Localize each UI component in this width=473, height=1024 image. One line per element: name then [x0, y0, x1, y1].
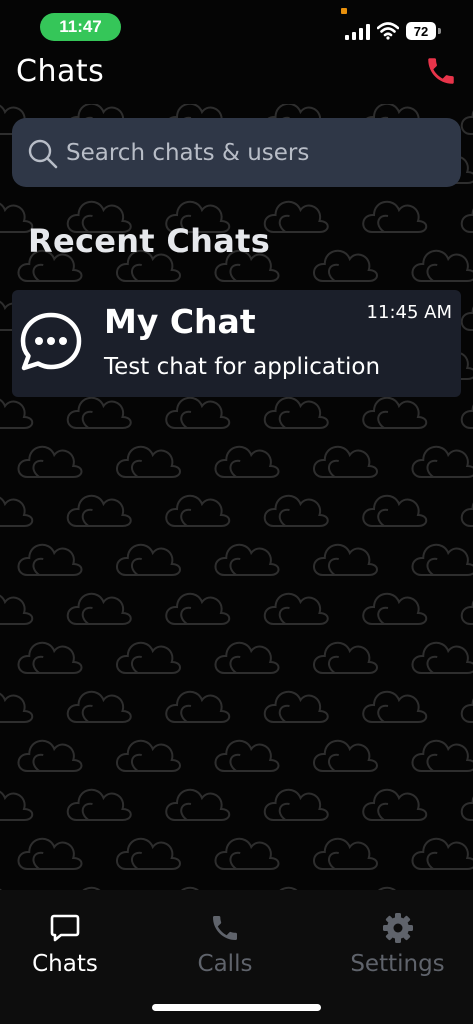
cloud-pattern-shape — [0, 692, 34, 723]
search-input[interactable] — [64, 130, 448, 176]
cloud-pattern-shape — [116, 641, 181, 674]
cloud-pattern-shape — [263, 494, 329, 527]
privacy-indicator — [341, 8, 347, 14]
chat-icon — [50, 914, 80, 942]
cloud-pattern-shape — [214, 543, 280, 576]
search-icon — [28, 139, 58, 169]
cloud-pattern-shape — [460, 600, 473, 625]
cloud-pattern-shape — [17, 445, 83, 478]
cloud-pattern-shape — [460, 502, 473, 527]
cloud-pattern-shape — [165, 690, 231, 723]
cloud-pattern-shape — [214, 739, 280, 772]
cloud-pattern-shape — [460, 698, 473, 723]
cloud-pattern-shape — [460, 306, 473, 331]
cloud-pattern-shape — [17, 739, 83, 772]
battery-icon: 72 — [406, 22, 442, 40]
tab-calls-label: Calls — [197, 951, 253, 977]
chat-list-item[interactable]: My Chat 11:45 AM Test chat for applicati… — [12, 290, 461, 397]
cloud-pattern-shape — [313, 445, 378, 478]
tab-calls[interactable]: Calls — [170, 890, 280, 990]
cloud-pattern-shape — [0, 790, 34, 821]
cloud-pattern-shape — [411, 739, 473, 772]
cloud-pattern-shape — [313, 641, 378, 674]
cloud-pattern-shape — [411, 543, 473, 576]
cloud-pattern-shape — [116, 543, 181, 576]
cloud-pattern-shape — [263, 788, 329, 821]
tab-settings-label: Settings — [350, 951, 445, 977]
cloud-pattern-shape — [116, 739, 181, 772]
chat-preview: Test chat for application — [104, 354, 381, 380]
cloud-pattern-shape — [313, 837, 378, 870]
cloud-pattern-shape — [66, 788, 132, 821]
bottom-tab-bar: Chats Calls Settings — [0, 890, 473, 1024]
cloud-pattern-shape — [66, 690, 132, 723]
cloud-pattern-shape — [362, 690, 428, 723]
cloud-pattern-shape — [411, 641, 473, 674]
cloud-pattern-shape — [460, 404, 473, 429]
signal-icon — [345, 24, 370, 40]
status-bar: 11:47 72 — [0, 0, 473, 52]
cloud-pattern-shape — [460, 110, 473, 135]
app-header: Chats — [0, 52, 473, 104]
cloud-pattern-shape — [17, 641, 83, 674]
cloud-pattern-shape — [66, 494, 132, 527]
cloud-pattern-shape — [411, 837, 473, 870]
gear-icon — [382, 913, 413, 943]
cloud-pattern-shape — [313, 249, 378, 282]
cloud-pattern-shape — [17, 543, 83, 576]
battery-level: 72 — [406, 22, 436, 40]
recent-chats-heading: Recent Chats — [28, 222, 271, 260]
cloud-pattern-shape — [165, 788, 231, 821]
tab-settings[interactable]: Settings — [335, 890, 460, 990]
phone-icon[interactable] — [424, 54, 458, 88]
chat-timestamp: 11:45 AM — [366, 302, 452, 323]
chat-bubble-icon — [20, 312, 82, 371]
cloud-pattern-shape — [313, 739, 378, 772]
cloud-pattern-shape — [263, 690, 329, 723]
cloud-pattern-shape — [0, 594, 34, 625]
cloud-pattern-shape — [263, 592, 329, 625]
cloud-pattern-shape — [116, 445, 181, 478]
cloud-pattern-shape — [460, 208, 473, 233]
cloud-pattern-shape — [362, 200, 428, 233]
cloud-pattern-shape — [116, 837, 181, 870]
chat-name: My Chat — [104, 302, 256, 341]
page-title: Chats — [16, 54, 105, 89]
cloud-pattern-shape — [66, 396, 132, 429]
cloud-pattern-shape — [214, 641, 280, 674]
cloud-pattern-shape — [460, 796, 473, 821]
cloud-pattern-shape — [165, 494, 231, 527]
cloud-pattern-shape — [214, 445, 280, 478]
cloud-pattern-shape — [165, 592, 231, 625]
cloud-pattern-shape — [362, 592, 428, 625]
cloud-pattern-shape — [17, 837, 83, 870]
wifi-icon — [377, 22, 399, 40]
cloud-pattern-shape — [411, 249, 473, 282]
cloud-pattern-shape — [165, 396, 231, 429]
phone-icon — [213, 916, 237, 940]
tab-chats[interactable]: Chats — [10, 890, 120, 990]
cloud-pattern-shape — [362, 396, 428, 429]
search-bar[interactable] — [12, 118, 461, 187]
cloud-pattern-shape — [313, 543, 378, 576]
cloud-pattern-shape — [362, 494, 428, 527]
cloud-pattern-shape — [0, 398, 34, 429]
cloud-pattern-shape — [214, 837, 280, 870]
cloud-pattern-shape — [0, 496, 34, 527]
cloud-pattern-shape — [263, 396, 329, 429]
cloud-pattern-shape — [263, 200, 329, 233]
cloud-pattern-shape — [66, 592, 132, 625]
status-time: 11:47 — [40, 13, 121, 41]
cloud-pattern-shape — [411, 445, 473, 478]
tab-chats-label: Chats — [32, 951, 98, 977]
home-indicator[interactable] — [152, 1004, 321, 1011]
cloud-pattern-shape — [362, 788, 428, 821]
